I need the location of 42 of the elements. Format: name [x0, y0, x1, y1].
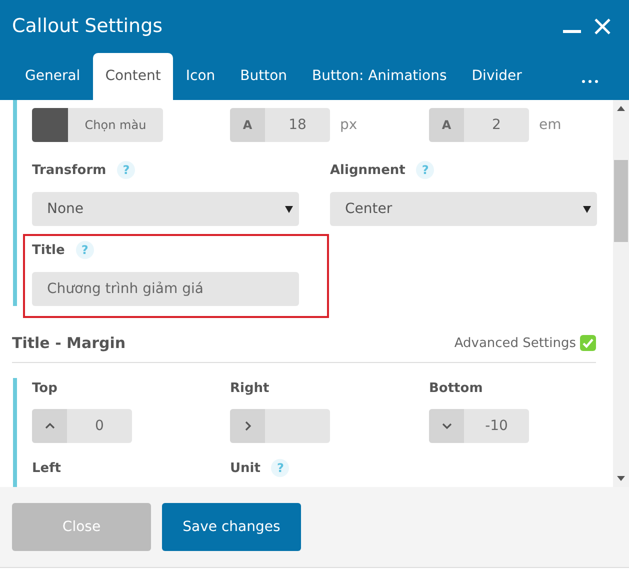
field-label: Alignment	[330, 162, 406, 178]
more-icon[interactable]	[582, 80, 598, 83]
field-label: Transform	[32, 162, 106, 178]
number-field[interactable]	[230, 409, 330, 443]
caret-icon	[285, 206, 293, 212]
tab[interactable]: General	[13, 53, 92, 100]
scroll-up-icon[interactable]	[617, 106, 625, 111]
tab[interactable]: Divider	[460, 53, 534, 100]
scroll-down-icon[interactable]	[617, 476, 625, 481]
tab[interactable]: Button	[228, 53, 300, 100]
minimize-icon[interactable]	[563, 30, 581, 32]
font-prefix-label: A	[429, 108, 464, 142]
line-height-field[interactable]: A 2	[429, 108, 529, 142]
color-swatch	[32, 108, 68, 142]
field-label: Unit	[230, 460, 260, 476]
field-label: Top	[32, 380, 58, 396]
field-label: Right	[230, 380, 270, 396]
font-prefix-label: A	[230, 108, 265, 142]
field-label: Title	[32, 242, 65, 258]
select-field[interactable]: None	[32, 192, 299, 226]
window-title: Callout Settings	[12, 15, 164, 37]
number-field[interactable]: -10	[429, 409, 529, 443]
checkbox[interactable]	[580, 335, 596, 351]
scrollbar[interactable]	[613, 100, 629, 487]
text-input[interactable]: Chương trình giảm giá	[32, 272, 299, 306]
save-button[interactable]: Save changes	[162, 503, 301, 551]
advanced-settings-label: Advanced Settings	[454, 336, 576, 350]
unit-label: px	[340, 117, 358, 133]
section-title: Title - Margin	[12, 334, 126, 352]
number-field[interactable]: 0	[32, 409, 132, 443]
field-label: Left	[32, 460, 61, 476]
color-picker-button[interactable]: Chọn màu	[32, 108, 163, 142]
select-field[interactable]: Center	[330, 192, 597, 226]
field-label: Bottom	[429, 380, 483, 396]
caret-icon	[583, 206, 591, 212]
tab[interactable]: Button: Animations	[300, 53, 459, 100]
tab[interactable]: Icon	[174, 53, 228, 100]
close-icon[interactable]	[594, 18, 611, 34]
unit-label: em	[539, 117, 562, 133]
font-size-field[interactable]: A 18	[230, 108, 330, 142]
tab[interactable]: Content	[93, 53, 173, 100]
scrollbar-thumb[interactable]	[614, 160, 628, 242]
